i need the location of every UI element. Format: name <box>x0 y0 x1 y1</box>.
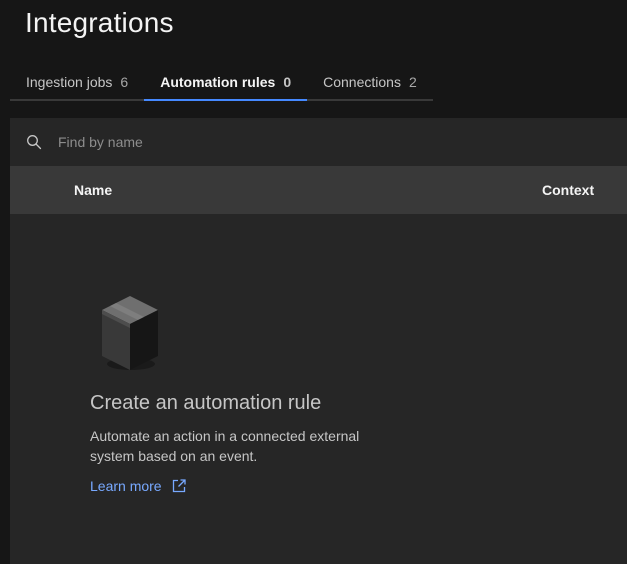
tab-automation-rules[interactable]: Automation rules 0 <box>144 64 308 101</box>
learn-more-link[interactable]: Learn more <box>90 478 186 494</box>
launch-icon <box>172 479 186 493</box>
search-input[interactable] <box>58 130 598 154</box>
integrations-page: Integrations Ingestion jobs 6 Automation… <box>0 0 627 564</box>
tab-ingestion-jobs[interactable]: Ingestion jobs 6 <box>10 64 145 101</box>
empty-state-title: Create an automation rule <box>90 392 322 414</box>
learn-more-label: Learn more <box>90 478 162 494</box>
box-illustration-icon <box>102 296 158 370</box>
tab-label: Connections <box>323 73 401 90</box>
tab-count: 6 <box>120 73 129 90</box>
column-header-context[interactable]: Context <box>542 182 594 198</box>
search-icon <box>27 135 42 150</box>
tab-list: Ingestion jobs 6 Automation rules 0 Conn… <box>10 64 433 101</box>
automation-rules-panel: Name Context Create an automation rule A… <box>10 118 627 564</box>
page-title: Integrations <box>25 7 174 38</box>
tab-count: 2 <box>408 73 417 90</box>
empty-state-description: Automate an action in a connected extern… <box>90 428 360 464</box>
tab-connections[interactable]: Connections 2 <box>307 64 433 101</box>
column-header-name[interactable]: Name <box>74 182 112 198</box>
table-header: Name Context <box>10 166 627 214</box>
tab-count: 0 <box>283 73 292 90</box>
search-bar <box>10 118 627 166</box>
tab-label: Automation rules <box>160 73 276 90</box>
tab-label: Ingestion jobs <box>26 73 113 90</box>
